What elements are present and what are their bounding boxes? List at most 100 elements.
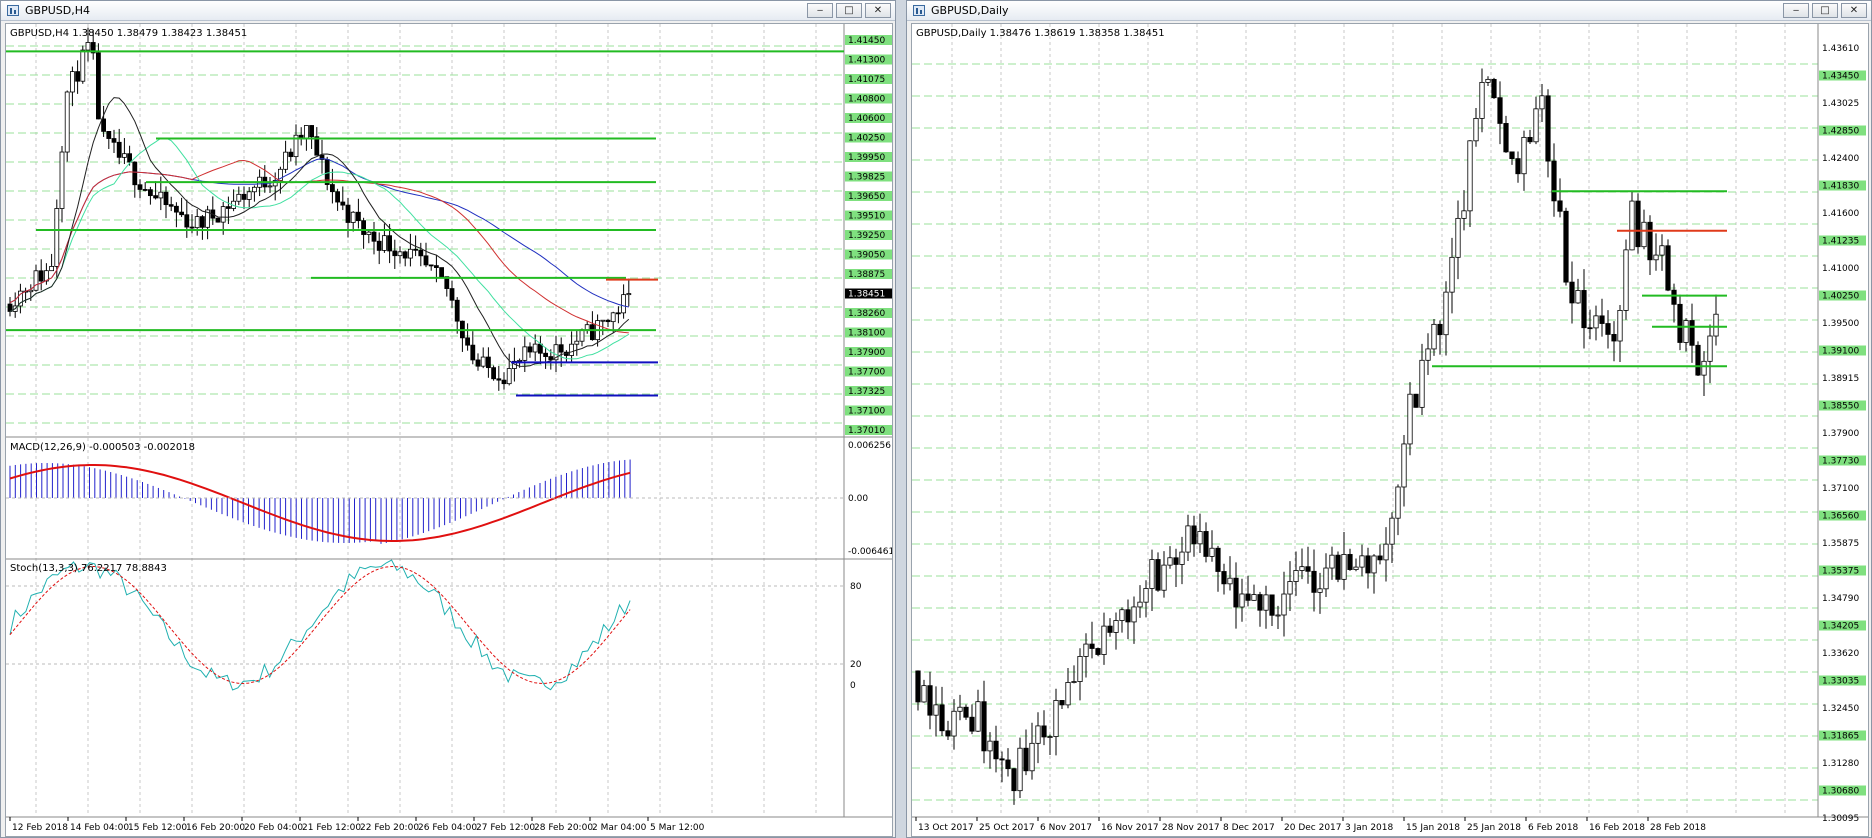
candle-body [1161, 564, 1167, 591]
candle-body [1593, 315, 1599, 329]
candle-body [423, 255, 429, 266]
candle-body [517, 359, 523, 362]
candle-body [1275, 614, 1281, 617]
candle-body [251, 186, 257, 193]
candle-body [1095, 648, 1101, 655]
candle-body [111, 138, 117, 143]
candle-body [158, 191, 164, 199]
candle-body [1599, 315, 1605, 324]
candle-body [225, 206, 231, 209]
h4-chart-area[interactable]: 1.41450 1.41300 1.41075 1.40800 1.40600 1.402… [5, 23, 893, 837]
price-axis-label: 1.38451 [848, 290, 885, 300]
candle-body [975, 701, 981, 732]
minimize-button[interactable]: ‒ [807, 3, 833, 18]
candle-body [1035, 725, 1041, 744]
time-axis-label: 25 Oct 2017 [979, 823, 1035, 833]
candle-body [199, 216, 205, 228]
daily-chart-area[interactable]: 1.43610 1.43450 1.43025 1.42850 1.42400 1.418… [911, 23, 1869, 837]
price-axis-label: 1.37900 [848, 348, 885, 358]
stoch-scale-label: 80 [850, 582, 862, 592]
candle-body [470, 344, 476, 361]
candle-body [127, 153, 132, 163]
candle-body [106, 131, 112, 139]
daily-window-titlebar[interactable]: GBPUSD,Daily ‒ □ ✕ [907, 1, 1871, 21]
candle-body [283, 151, 289, 170]
candle-body [1071, 681, 1077, 683]
price-axis-label: 1.40800 [848, 95, 885, 105]
candle-body [122, 153, 127, 158]
candle-body [522, 346, 528, 361]
maximize-button[interactable]: □ [1812, 3, 1838, 18]
candle-body [340, 201, 346, 206]
h4-chart-canvas[interactable]: 1.41450 1.41300 1.41075 1.40800 1.40600 1.402… [6, 24, 893, 837]
candle-body [475, 359, 481, 367]
candle-body [951, 710, 957, 737]
daily-chart-window[interactable]: GBPUSD,Daily ‒ □ ✕ 1.43610 1.43450 1.43025… [906, 0, 1872, 838]
time-axis-label: 26 Feb 04:00 [418, 823, 477, 833]
candle-body [38, 270, 44, 282]
candle-body [241, 193, 247, 200]
candle-body [137, 184, 143, 190]
candle-body [70, 71, 75, 93]
candle-body [1227, 577, 1233, 585]
candle-body [1449, 256, 1455, 293]
candle-body [1137, 601, 1143, 608]
candle-body [33, 270, 39, 291]
candle-body [1269, 594, 1275, 616]
time-axis-label: 8 Dec 2017 [1223, 823, 1275, 833]
price-axis-label: 1.37730 [1822, 457, 1859, 467]
candle-body [153, 195, 159, 199]
minimize-button[interactable]: ‒ [1783, 3, 1809, 18]
price-axis-label: 1.37100 [848, 407, 885, 417]
candle-body [485, 356, 491, 369]
candle-body [101, 118, 106, 132]
maximize-button[interactable]: □ [836, 3, 862, 18]
chart-window-icon [7, 5, 19, 16]
price-axis-label: 1.43610 [1822, 44, 1859, 54]
price-axis-label: 1.39250 [848, 231, 885, 241]
candle-body [1653, 254, 1659, 261]
candle-body [1647, 221, 1653, 261]
macd-scale-label: -0.006461 [848, 547, 893, 557]
time-axis-label: 14 Feb 04:00 [70, 823, 129, 833]
h4-chart-window[interactable]: GBPUSD,H4 ‒ □ ✕ 1.41450 1.41300 1.41075 1.4… [0, 0, 896, 838]
candle-body [600, 319, 606, 322]
price-axis-label: 1.38875 [848, 270, 885, 280]
candle-body [1023, 747, 1029, 772]
candle-body [999, 758, 1005, 761]
candle-body [933, 704, 939, 716]
candle-body [1263, 594, 1269, 611]
candle-body [579, 329, 585, 342]
candle-body [1005, 759, 1011, 770]
price-axis-label: 1.42850 [1822, 127, 1859, 137]
price-axis-label: 1.30095 [1822, 814, 1859, 824]
candle-body [1539, 95, 1545, 110]
candle-body [1521, 136, 1527, 175]
candle-body [1317, 588, 1323, 593]
candle-body [1167, 557, 1173, 566]
price-axis-label: 1.42400 [1822, 154, 1859, 164]
candle-body [1341, 554, 1347, 580]
close-button[interactable]: ✕ [1841, 3, 1867, 18]
candle-body [1053, 700, 1059, 737]
candle-body [1641, 221, 1647, 248]
close-button[interactable]: ✕ [865, 3, 891, 18]
candle-body [1581, 290, 1587, 329]
candle-body [1533, 108, 1539, 143]
candle-body [376, 240, 382, 251]
candle-body [1179, 551, 1185, 565]
candle-body [626, 293, 632, 296]
candle-body [1041, 725, 1047, 738]
h4-window-title: GBPUSD,H4 [25, 4, 90, 17]
candle-body [1017, 747, 1023, 792]
candle-body [1407, 393, 1413, 445]
stoch-signal-line [9, 565, 631, 685]
candle-body [1401, 443, 1407, 488]
candle-body [957, 706, 963, 712]
daily-chart-canvas[interactable]: 1.43610 1.43450 1.43025 1.42850 1.42400 1.418… [912, 24, 1869, 837]
time-axis-label: 27 Feb 12:00 [476, 823, 535, 833]
candle-body [1491, 78, 1497, 99]
candle-body [1125, 609, 1131, 623]
h4-window-titlebar[interactable]: GBPUSD,H4 ‒ □ ✕ [1, 1, 895, 21]
candle-body [945, 730, 951, 737]
